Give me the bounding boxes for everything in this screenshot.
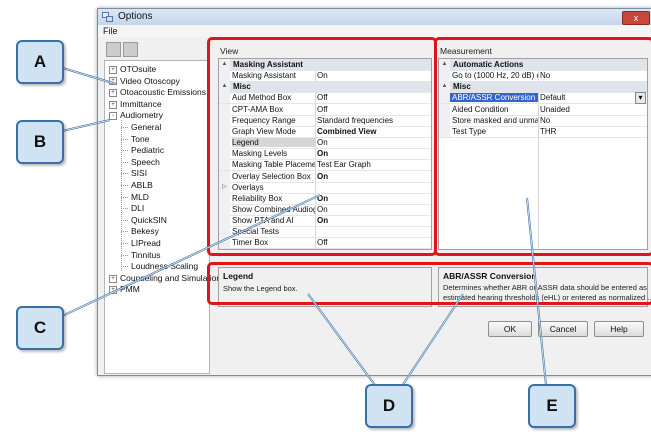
callout-c: C bbox=[16, 306, 64, 350]
tree-item[interactable]: MLD bbox=[131, 192, 149, 202]
settings-tree[interactable]: + OTOsuite + Video Otoscopy + Otoacoustic Emi… bbox=[104, 60, 225, 374]
tree-item[interactable]: ABLB bbox=[131, 180, 153, 190]
tree-item-label: SISI bbox=[131, 168, 148, 179]
tree-item[interactable]: - Audiometry bbox=[109, 110, 163, 120]
tree-item-label: General bbox=[131, 122, 162, 132]
tree-item[interactable]: QuickSIN bbox=[131, 215, 167, 225]
tree-item-label: Otoacoustic Emissions bbox=[120, 87, 206, 98]
callout-e: E bbox=[528, 384, 576, 428]
expand-icon[interactable]: + bbox=[109, 65, 117, 74]
title-bar[interactable]: Options x bbox=[98, 9, 651, 25]
tree-item-label: Bekesy bbox=[131, 226, 159, 237]
tree-item-label: Immittance bbox=[120, 98, 162, 109]
collapse-all-icon[interactable] bbox=[106, 42, 121, 57]
tree-item[interactable]: + PMM bbox=[109, 284, 140, 294]
expand-icon[interactable]: + bbox=[109, 77, 117, 86]
tree-item[interactable]: + Immittance bbox=[109, 99, 162, 109]
close-button[interactable]: x bbox=[622, 11, 650, 25]
tree-item-label: Audiometry bbox=[120, 110, 163, 121]
callout-b: B bbox=[16, 120, 64, 164]
tree-toolbar bbox=[106, 42, 208, 58]
tree-item[interactable]: + Otoacoustic Emissions bbox=[109, 87, 206, 97]
window-title: Options bbox=[118, 11, 153, 22]
tree-item[interactable]: Bekesy bbox=[131, 226, 159, 236]
menu-file[interactable]: File bbox=[103, 26, 118, 36]
tree-item-label: LIPread bbox=[131, 238, 161, 248]
measurement-panel-highlight bbox=[434, 37, 651, 256]
menu-bar: File bbox=[98, 25, 651, 37]
callout-a: A bbox=[16, 40, 64, 84]
tree-item-label: QuickSIN bbox=[131, 214, 167, 225]
collapse-icon[interactable]: - bbox=[109, 112, 117, 121]
expand-icon[interactable]: + bbox=[109, 100, 117, 109]
ok-button[interactable]: OK bbox=[488, 321, 532, 337]
callout-d: D bbox=[365, 384, 413, 428]
tree-item[interactable]: Speech bbox=[131, 157, 160, 167]
expand-icon[interactable]: + bbox=[109, 274, 117, 283]
description-highlight bbox=[207, 262, 651, 305]
tree-item-label: OTOsuite bbox=[120, 64, 157, 74]
tree-item-label: ABLB bbox=[131, 180, 153, 190]
expand-icon[interactable]: + bbox=[109, 286, 117, 295]
tree-item[interactable]: DLI bbox=[131, 203, 144, 213]
tree-item-label: Tinnitus bbox=[131, 249, 161, 260]
tree-item[interactable]: + OTOsuite bbox=[109, 64, 156, 74]
tree-item-label: PMM bbox=[120, 284, 140, 295]
tree-item[interactable]: Pediatric bbox=[131, 145, 164, 155]
tree-item-label: Pediatric bbox=[131, 145, 165, 156]
tree-item-label: MLD bbox=[131, 191, 149, 202]
tree-item[interactable]: Loudness Scaling bbox=[131, 261, 198, 271]
tree-item[interactable]: SISI bbox=[131, 168, 147, 178]
tree-item[interactable]: General bbox=[131, 122, 161, 132]
cancel-button[interactable]: Cancel bbox=[538, 321, 588, 337]
expand-icon[interactable]: + bbox=[109, 88, 117, 97]
tree-item-label: Tone bbox=[131, 133, 150, 144]
tree-item-label: Video Otoscopy bbox=[120, 75, 180, 86]
tree-item-label: Loudness Scaling bbox=[131, 261, 199, 272]
help-button[interactable]: Help bbox=[594, 321, 644, 337]
view-panel-highlight bbox=[207, 37, 437, 256]
tree-item[interactable]: Tone bbox=[131, 134, 149, 144]
tree-item-label: DLI bbox=[131, 203, 145, 214]
tree-item-label: Speech bbox=[131, 156, 160, 167]
expand-all-icon[interactable] bbox=[123, 42, 138, 57]
tree-item[interactable]: + Video Otoscopy bbox=[109, 76, 180, 86]
tree-item[interactable]: LIPread bbox=[131, 238, 161, 248]
app-icon bbox=[102, 12, 113, 22]
tree-item[interactable]: Tinnitus bbox=[131, 250, 160, 260]
